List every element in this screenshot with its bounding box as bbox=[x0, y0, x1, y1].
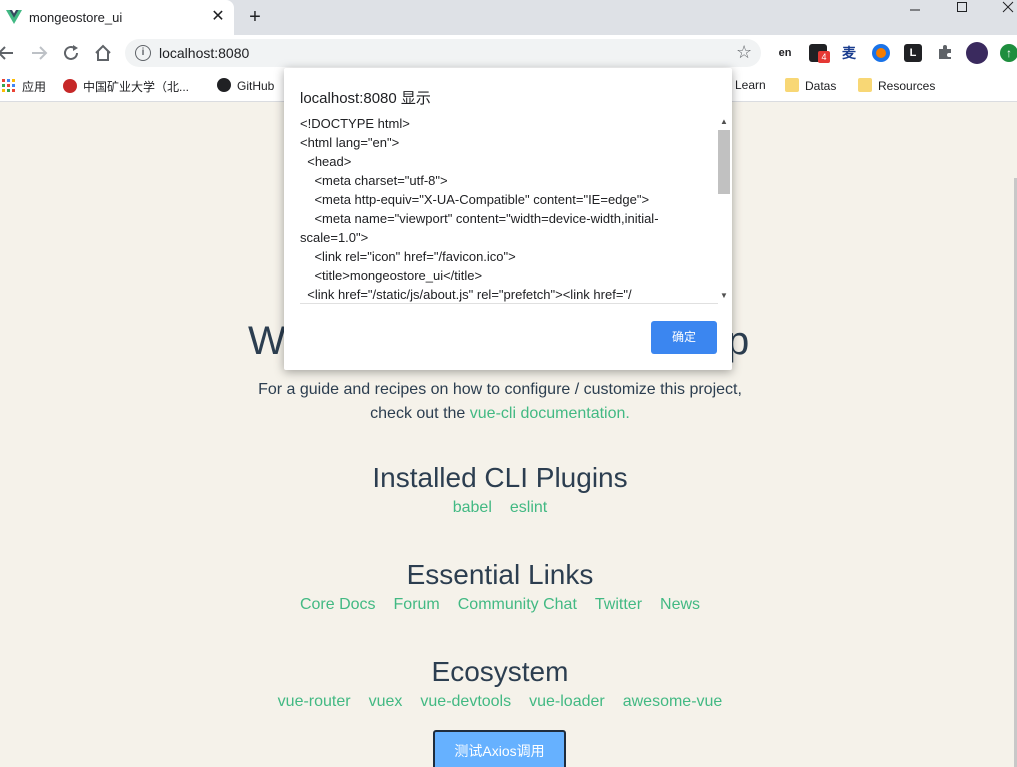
bookmark-learn[interactable]: Learn bbox=[735, 78, 766, 92]
site-info-icon[interactable]: i bbox=[135, 45, 151, 61]
bookmark-label: Datas bbox=[805, 79, 837, 93]
link-news[interactable]: News bbox=[660, 596, 700, 613]
extensions-puzzle-icon[interactable] bbox=[936, 44, 954, 62]
bookmark-label: 应用 bbox=[22, 80, 47, 94]
essential-links-list: Core Docs Forum Community Chat Twitter News bbox=[0, 596, 1000, 614]
intro-prefix: check out the bbox=[370, 405, 470, 422]
ecosystem-heading: Ecosystem bbox=[431, 656, 569, 687]
essential-links-heading: Essential Links bbox=[406, 559, 594, 590]
intro-line-2: check out the vue-cli documentation. bbox=[0, 402, 1000, 426]
folder-icon bbox=[858, 78, 872, 92]
bookmark-label: Learn bbox=[735, 78, 766, 92]
intro-suffix: . bbox=[625, 405, 630, 422]
forward-icon[interactable] bbox=[29, 43, 49, 63]
browser-tab[interactable]: mongeostore_ui ✕ bbox=[0, 0, 234, 35]
alert-dialog: localhost:8080 显示 <!DOCTYPE html> <html … bbox=[284, 68, 732, 370]
ok-button[interactable]: 确定 bbox=[651, 321, 717, 354]
back-icon[interactable] bbox=[0, 43, 16, 63]
plugin-link-babel[interactable]: babel bbox=[453, 499, 492, 516]
link-forum[interactable]: Forum bbox=[394, 596, 440, 613]
link-vue-devtools[interactable]: vue-devtools bbox=[420, 693, 511, 710]
minimize-icon[interactable] bbox=[892, 4, 938, 24]
welcome-heading-left: W bbox=[248, 319, 286, 363]
plugin-link-eslint[interactable]: eslint bbox=[510, 499, 547, 516]
bookmark-star-icon[interactable]: ☆ bbox=[736, 42, 752, 63]
apps-grid-icon bbox=[2, 79, 15, 92]
link-core-docs[interactable]: Core Docs bbox=[300, 596, 376, 613]
scroll-up-icon[interactable]: ▲ bbox=[716, 114, 732, 130]
tab-title: mongeostore_ui bbox=[29, 10, 123, 25]
notification-extension-icon[interactable]: 4 bbox=[809, 44, 830, 63]
link-vue-router[interactable]: vue-router bbox=[278, 693, 351, 710]
dialog-message: <!DOCTYPE html> <html lang="en"> <head> … bbox=[300, 116, 659, 302]
scroll-thumb[interactable] bbox=[718, 130, 730, 194]
dialog-title: localhost:8080 显示 bbox=[300, 90, 431, 107]
tab-strip: mongeostore_ui ✕ + bbox=[0, 0, 1017, 35]
address-bar[interactable]: i localhost:8080 ☆ bbox=[125, 39, 761, 67]
bookmark-label: GitHub bbox=[237, 79, 275, 93]
browser-toolbar: i localhost:8080 ☆ en 4 麦 L ↑ bbox=[0, 35, 1017, 71]
tab-close-icon[interactable]: ✕ bbox=[209, 8, 227, 26]
bookmark-label: 中国矿业大学（北... bbox=[83, 80, 190, 94]
translate-extension-icon[interactable]: en bbox=[776, 44, 794, 62]
bookmark-apps[interactable]: 应用 bbox=[2, 78, 46, 95]
dialog-body[interactable]: <!DOCTYPE html> <html lang="en"> <head> … bbox=[300, 114, 718, 304]
firefox-extension-icon[interactable] bbox=[872, 44, 890, 62]
plugins-list: babel eslint bbox=[0, 499, 1000, 517]
folder-icon bbox=[785, 78, 799, 92]
leetcode-extension-icon[interactable]: L bbox=[904, 44, 922, 62]
bookmark-datas[interactable]: Datas bbox=[785, 78, 836, 93]
link-vue-loader[interactable]: vue-loader bbox=[529, 693, 605, 710]
bookmark-cumt[interactable]: 中国矿业大学（北... bbox=[63, 78, 189, 95]
url-text[interactable]: localhost:8080 bbox=[159, 45, 249, 61]
scroll-down-icon[interactable]: ▼ bbox=[716, 288, 732, 304]
ecosystem-list: vue-router vuex vue-devtools vue-loader awes… bbox=[0, 693, 1000, 711]
bookmark-label: Resources bbox=[878, 79, 936, 93]
test-axios-button[interactable]: 测试Axios调用 bbox=[433, 730, 566, 767]
reload-icon[interactable] bbox=[61, 43, 81, 63]
university-icon bbox=[63, 79, 77, 93]
dictionary-extension-icon[interactable]: 麦 bbox=[840, 44, 858, 62]
window-close-icon[interactable] bbox=[985, 1, 1017, 21]
profile-avatar[interactable] bbox=[966, 42, 988, 64]
bookmark-resources[interactable]: Resources bbox=[858, 78, 935, 93]
vue-logo-icon bbox=[6, 10, 22, 24]
home-icon[interactable] bbox=[93, 43, 113, 63]
github-icon bbox=[217, 78, 231, 92]
vue-cli-docs-link[interactable]: vue-cli documentation bbox=[470, 405, 626, 422]
link-awesome-vue[interactable]: awesome-vue bbox=[623, 693, 723, 710]
intro-line: For a guide and recipes on how to config… bbox=[258, 381, 742, 398]
new-tab-icon[interactable]: + bbox=[245, 7, 265, 27]
maximize-icon[interactable] bbox=[939, 1, 985, 21]
link-community-chat[interactable]: Community Chat bbox=[458, 596, 577, 613]
extension-badge: 4 bbox=[818, 51, 830, 63]
intro-text: For a guide and recipes on how to config… bbox=[0, 378, 1000, 426]
link-vuex[interactable]: vuex bbox=[369, 693, 403, 710]
plugins-heading: Installed CLI Plugins bbox=[372, 462, 628, 493]
dialog-scrollbar[interactable]: ▲ ▼ bbox=[716, 114, 732, 304]
bookmark-github[interactable]: GitHub bbox=[217, 78, 274, 93]
link-twitter[interactable]: Twitter bbox=[595, 596, 642, 613]
update-icon[interactable]: ↑ bbox=[1000, 44, 1017, 62]
